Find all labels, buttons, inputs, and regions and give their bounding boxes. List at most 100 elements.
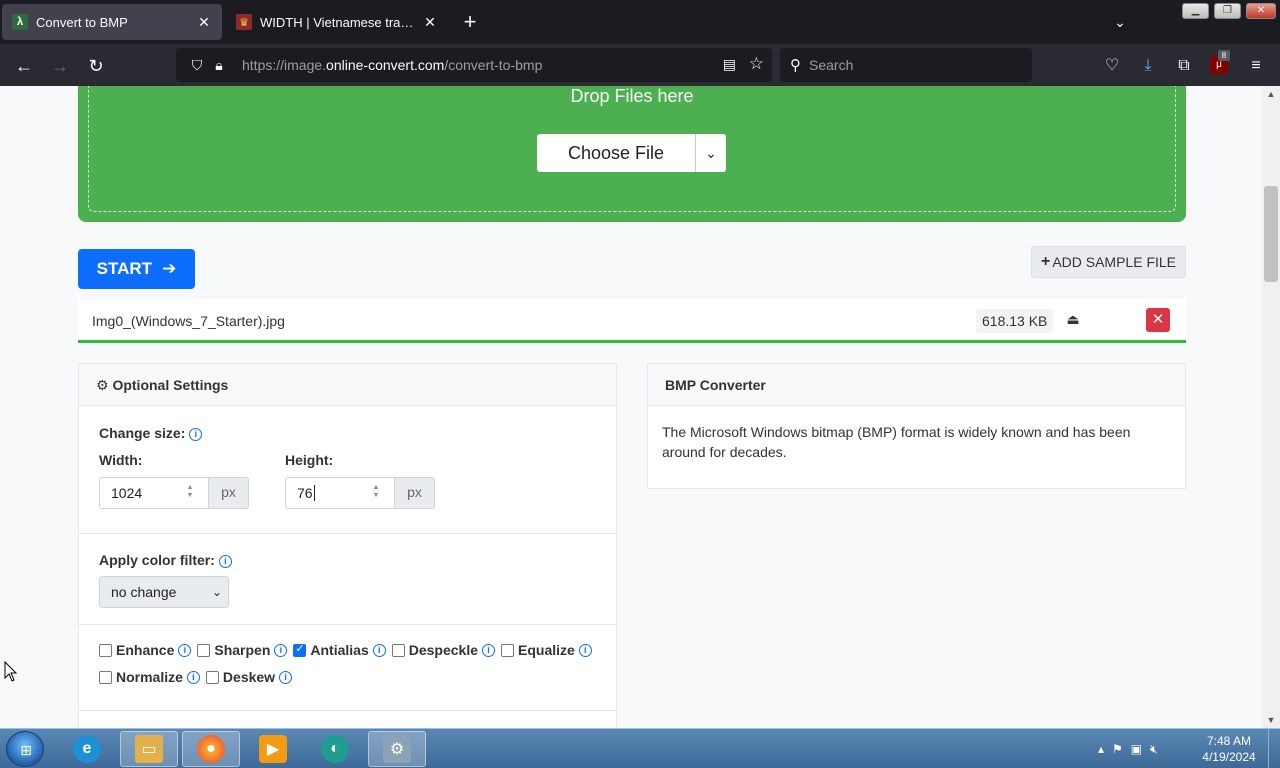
antialias-checkbox[interactable]: [293, 642, 307, 657]
equalize-option[interactable]: Equalize i: [501, 642, 592, 658]
network-icon[interactable]: ▣: [1131, 742, 1142, 756]
reload-icon[interactable]: ↻: [82, 52, 110, 80]
bookmark-star-icon[interactable]: ☆: [749, 54, 764, 74]
width-spinner-icon[interactable]: ▲ ▼: [184, 484, 196, 502]
normalize-checkbox[interactable]: [99, 670, 112, 684]
media-player-taskbar-button[interactable]: ▶: [244, 731, 302, 767]
forward-icon[interactable]: →: [46, 52, 74, 80]
page-viewport: Drop Files here Choose File ⌄ START ➔ + …: [0, 86, 1262, 728]
optional-settings-header: ⚙ Optional Settings: [79, 364, 616, 406]
search-bar[interactable]: ⚲ Search: [780, 48, 1032, 82]
volume-muted-icon[interactable]: 🔇︎: [1150, 742, 1158, 757]
despeckle-checkbox[interactable]: [391, 643, 405, 657]
change-size-label: Change size:: [99, 425, 186, 441]
add-sample-label: ADD SAMPLE FILE: [1052, 254, 1177, 270]
close-window-button[interactable]: ✕: [1246, 3, 1276, 19]
control-panel-icon: ⚙: [383, 735, 411, 763]
info-icon[interactable]: i: [178, 643, 192, 657]
enhance-option[interactable]: Enhance i: [99, 642, 192, 658]
width-unit: px: [209, 477, 249, 509]
tracking-protection-shield-icon[interactable]: ⛉: [186, 57, 208, 74]
scroll-thumb[interactable]: [1264, 186, 1278, 282]
internet-explorer-taskbar-button[interactable]: e: [58, 731, 116, 767]
file-dropzone[interactable]: Drop Files here Choose File ⌄: [78, 86, 1186, 222]
info-icon[interactable]: i: [189, 428, 203, 441]
url-text[interactable]: https://image.online-convert.com/convert…: [242, 57, 542, 73]
drop-files-text: Drop Files here: [570, 86, 694, 106]
windows-start-button[interactable]: ⊞: [6, 731, 44, 767]
deskew-option[interactable]: Deskew i: [205, 669, 293, 685]
add-sample-file-button[interactable]: + ADD SAMPLE FILE: [1031, 246, 1186, 278]
plus-icon: +: [1040, 253, 1051, 270]
optional-settings-card: ⚙ Optional Settings Change size: i Width:…: [78, 363, 617, 728]
show-desktop-button[interactable]: [1268, 729, 1280, 768]
restore-window-button[interactable]: ❐: [1214, 3, 1241, 19]
despeckle-option[interactable]: Despeckle i: [391, 642, 496, 658]
antialias-option[interactable]: Antialiasi: [293, 642, 386, 658]
menu-icon[interactable]: ≡: [1244, 54, 1268, 78]
reader-view-icon[interactable]: ▤: [723, 56, 736, 73]
start-label: START: [96, 259, 153, 278]
color-filter-section: Apply color filter: i no change ⌄: [79, 534, 616, 625]
tab-convert-to-bmp[interactable]: λ Convert to BMP ✕: [2, 4, 222, 40]
tab-title: WIDTH | Vietnamese translation: [260, 14, 416, 30]
chevron-down-icon[interactable]: ⌄: [695, 134, 726, 172]
equalize-checkbox[interactable]: [501, 643, 515, 657]
scroll-up-icon[interactable]: ▲: [1262, 86, 1280, 102]
remove-file-button[interactable]: ✕: [1146, 308, 1170, 332]
tab-width-translation[interactable]: ♛ WIDTH | Vietnamese translation ✕: [226, 4, 448, 40]
height-label: Height:: [285, 452, 334, 468]
color-filter-select[interactable]: no change ⌄: [99, 576, 229, 608]
action-center-flag-icon[interactable]: ⚑: [1112, 742, 1123, 756]
height-input[interactable]: 76 ▲ ▼: [285, 477, 395, 509]
sharpen-checkbox[interactable]: [197, 643, 211, 657]
extensions-icon[interactable]: ⧉: [1172, 54, 1196, 78]
page-scrollbar[interactable]: ▲ ▼: [1262, 86, 1280, 728]
file-explorer-taskbar-button[interactable]: ▭: [120, 731, 178, 767]
checkbox-row-2: Normalize i Deskew i: [99, 669, 298, 685]
chevron-down-icon: ⌄: [211, 585, 222, 599]
close-tab-icon[interactable]: ✕: [196, 14, 212, 31]
normalize-option[interactable]: Normalize i: [99, 669, 200, 685]
gear-icon: ⚙: [96, 377, 109, 393]
change-size-section: Change size: i Width: Height: 1024 ▲ ▼ px …: [79, 407, 616, 534]
enhance-checkbox[interactable]: [99, 643, 112, 657]
clock-time: 7:48 AM: [1206, 734, 1252, 748]
ublock-count-badge: 8: [1218, 50, 1230, 61]
back-icon[interactable]: ←: [10, 52, 38, 80]
info-icon[interactable]: i: [274, 643, 288, 657]
edge-taskbar-button[interactable]: ◐: [306, 731, 364, 767]
arrow-right-icon: ➔: [162, 259, 177, 278]
info-icon[interactable]: i: [578, 643, 592, 657]
firefox-taskbar-button[interactable]: ●: [182, 731, 240, 767]
address-bar[interactable]: ⛉ 🔒︎ https://image.online-convert.com/co…: [176, 48, 772, 82]
system-clock[interactable]: 7:48 AM 4/19/2024: [1196, 733, 1262, 765]
info-icon[interactable]: i: [482, 643, 496, 657]
start-button[interactable]: START ➔: [78, 249, 195, 289]
search-icon: ⚲: [790, 57, 801, 74]
info-icon[interactable]: i: [279, 670, 293, 684]
lock-icon[interactable]: 🔒︎: [208, 57, 230, 74]
deskew-checkbox[interactable]: [205, 670, 219, 684]
upload-icon[interactable]: ⏏: [1064, 311, 1082, 329]
info-icon[interactable]: i: [218, 555, 232, 568]
width-input[interactable]: 1024 ▲ ▼: [99, 477, 209, 509]
control-panel-taskbar-button[interactable]: ⚙: [368, 731, 426, 767]
list-all-tabs-icon[interactable]: ⌄: [1108, 10, 1132, 34]
optional-settings-title: Optional Settings: [112, 377, 229, 393]
folder-icon: ▭: [135, 735, 163, 763]
close-tab-icon[interactable]: ✕: [422, 14, 438, 31]
scroll-down-icon[interactable]: ▼: [1262, 712, 1280, 728]
downloads-icon[interactable]: ⤓: [1136, 54, 1160, 78]
show-hidden-icons-icon[interactable]: ▴: [1098, 742, 1104, 756]
media-player-icon: ▶: [259, 735, 287, 763]
height-spinner-icon[interactable]: ▲ ▼: [370, 484, 382, 502]
pocket-icon[interactable]: ♡: [1100, 54, 1124, 78]
choose-file-button[interactable]: Choose File: [537, 134, 695, 172]
info-icon[interactable]: i: [186, 670, 200, 684]
new-tab-icon[interactable]: +: [458, 8, 482, 36]
text-cursor: [313, 485, 315, 501]
info-icon[interactable]: i: [372, 643, 386, 657]
minimize-window-button[interactable]: ▁: [1182, 3, 1209, 19]
sharpen-option[interactable]: Sharpen i: [197, 642, 288, 658]
